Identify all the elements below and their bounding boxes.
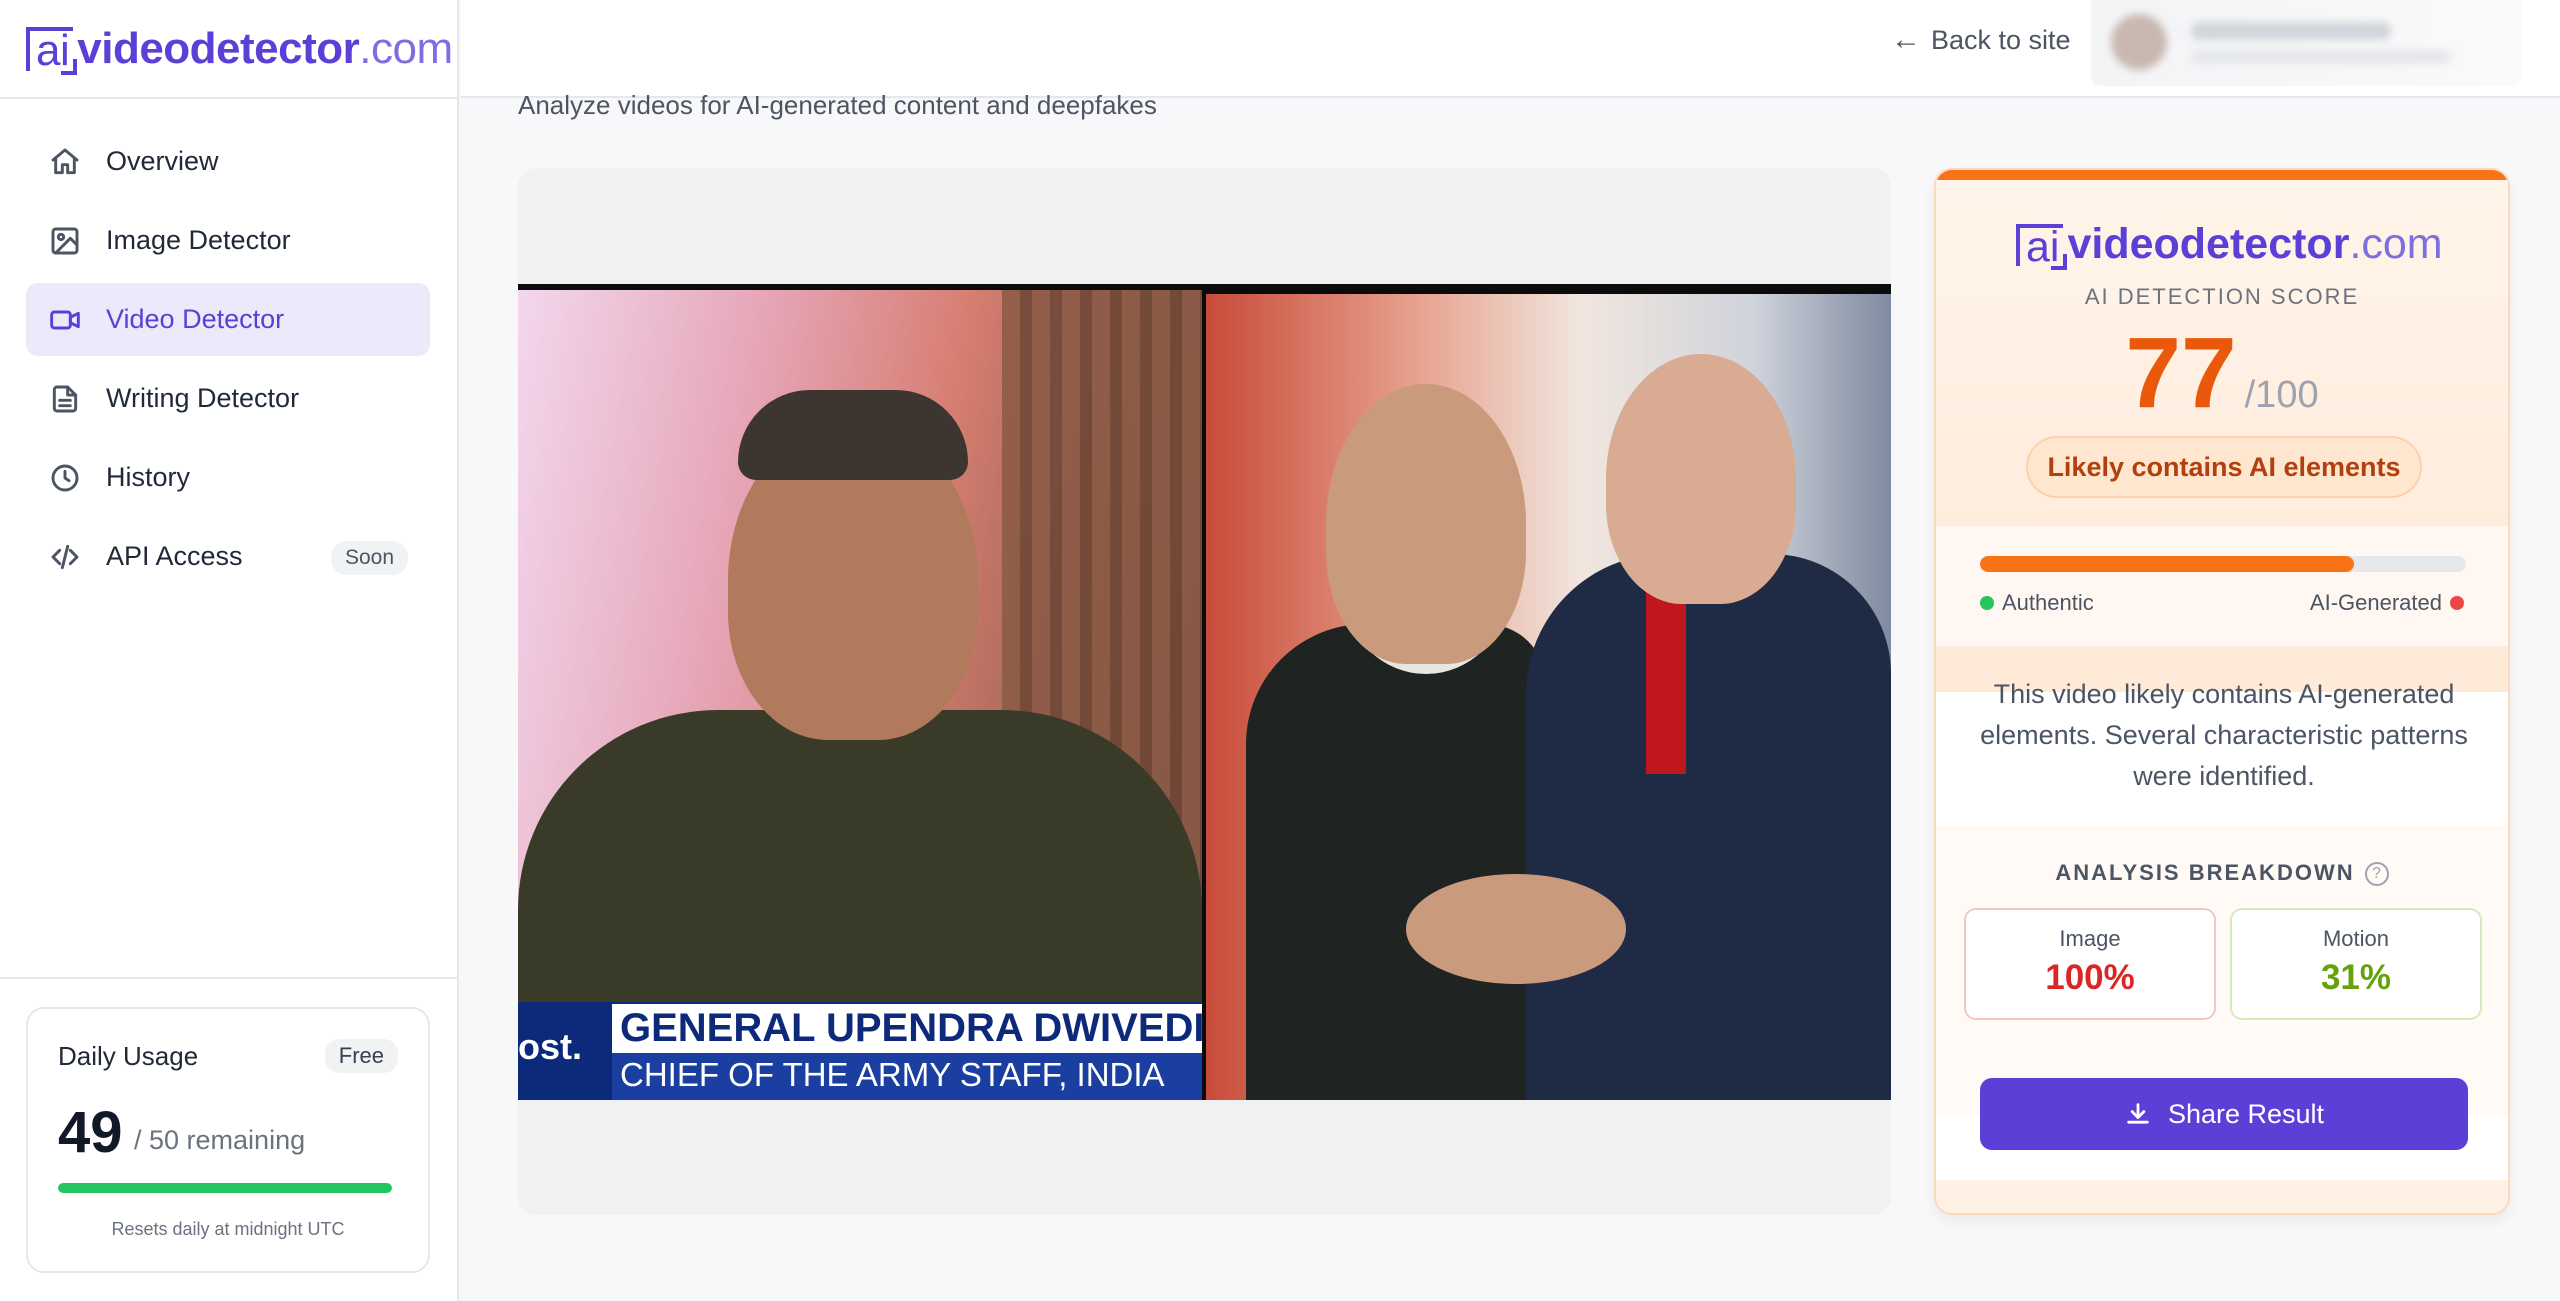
breakdown-image-label: Image	[2059, 926, 2121, 951]
result-footer	[1936, 1180, 2508, 1213]
plan-badge: Free	[324, 1039, 398, 1073]
usage-progress-fill	[58, 1183, 392, 1193]
hand-shape	[1406, 874, 1626, 984]
score-max: /100	[2244, 374, 2319, 416]
sidebar-item-overview[interactable]: Overview	[26, 125, 430, 198]
clock-icon	[48, 461, 82, 495]
sidebar-item-label: Writing Detector	[106, 383, 300, 413]
red-dot-icon	[2450, 596, 2464, 610]
usage-progress-bar	[58, 1183, 392, 1193]
breakdown-motion-card: Motion 31%	[2230, 908, 2482, 1020]
legend-ai-generated: AI-Generated	[2310, 590, 2464, 616]
video-frame-left: ost. GENERAL UPENDRA DWIVEDI, CHIEF OF T…	[518, 290, 1202, 1100]
result-top-stripe	[1936, 170, 2508, 180]
user-name-blurred	[2191, 22, 2391, 40]
usage-divider	[0, 977, 459, 979]
usage-reset-note: Resets daily at midnight UTC	[111, 1219, 345, 1239]
sidebar-item-label: API Access	[106, 541, 243, 571]
page-subtitle: Analyze videos for AI-generated content …	[518, 90, 1157, 120]
face-shape	[1326, 384, 1526, 664]
face-shape	[1606, 354, 1796, 604]
caption-line-2: CHIEF OF THE ARMY STAFF, INDIA	[620, 1056, 1165, 1093]
back-label: Back to site	[1931, 24, 2071, 55]
result-brand-logo: ai videodetector .com	[2016, 220, 2443, 270]
user-menu[interactable]	[2091, 0, 2521, 86]
arrow-left-icon: ←	[1891, 23, 1921, 56]
brand-name: videodetector	[2067, 220, 2350, 268]
video-frame-right	[1206, 294, 1891, 1100]
brand-tld: .com	[359, 24, 453, 73]
usage-count: 49	[58, 1100, 123, 1165]
result-summary: This video likely contains AI-generated …	[1980, 679, 2468, 791]
breakdown-title: ANALYSIS BREAKDOWN?	[1936, 860, 2508, 887]
sidebar-item-label: Overview	[106, 146, 219, 176]
image-icon	[48, 224, 82, 258]
daily-usage-card: Daily Usage Free 49 / 50 remaining Reset…	[26, 1007, 430, 1273]
brand-ai: ai	[2016, 223, 2068, 270]
channel-logo: ost.	[518, 1026, 583, 1067]
share-label: Share Result	[2167, 1098, 2325, 1129]
breakdown-image-value: 100%	[2045, 958, 2135, 997]
video-preview-panel: ost. GENERAL UPENDRA DWIVEDI, CHIEF OF T…	[518, 168, 1891, 1215]
user-email-blurred	[2191, 50, 2451, 64]
score-value: 77	[2125, 317, 2237, 429]
home-icon	[48, 145, 82, 179]
sidebar-divider	[0, 97, 459, 99]
usage-remaining: / 50 remaining	[134, 1125, 306, 1155]
sidebar-item-history[interactable]: History	[26, 441, 430, 514]
sidebar-item-label: Video Detector	[106, 304, 285, 334]
sidebar-item-video-detector[interactable]: Video Detector	[26, 283, 430, 356]
vest-shape	[1246, 624, 1546, 1100]
legend-ai-label: AI-Generated	[2309, 590, 2442, 615]
sidebar-item-writing-detector[interactable]: Writing Detector	[26, 362, 430, 435]
brand-ai: ai	[26, 27, 78, 75]
score-label: AI DETECTION SCORE	[2084, 284, 2360, 309]
score-display: 77/100	[1936, 316, 2508, 431]
brand-logo[interactable]: ai videodetector .com	[26, 14, 453, 84]
sidebar-item-label: Image Detector	[106, 225, 291, 255]
code-icon	[48, 540, 82, 574]
legend-authentic: Authentic	[1980, 590, 2094, 616]
brand-name: videodetector	[77, 24, 360, 73]
suit-shape	[1526, 554, 1891, 1100]
help-icon[interactable]: ?	[2364, 862, 2389, 887]
avatar	[2111, 14, 2167, 70]
score-meter-fill	[1980, 556, 2355, 572]
brand-tld: .com	[2349, 220, 2443, 268]
sidebar: ai videodetector .com Overview Image Detec…	[0, 0, 459, 1301]
score-meter	[1980, 556, 2466, 572]
usage-title: Daily Usage	[58, 1041, 199, 1071]
caption-line-1: GENERAL UPENDRA DWIVEDI,	[620, 1006, 1202, 1050]
top-bar: ← Back to site	[461, 0, 2560, 98]
back-to-site-link[interactable]: ← Back to site	[1891, 20, 2071, 60]
document-icon	[48, 382, 82, 416]
breakdown-motion-label: Motion	[2322, 926, 2390, 951]
video-player[interactable]: ost. GENERAL UPENDRA DWIVEDI, CHIEF OF T…	[518, 284, 1891, 1100]
legend-authentic-label: Authentic	[2002, 590, 2094, 615]
share-result-button[interactable]: Share Result	[1980, 1078, 2468, 1150]
download-icon	[2127, 1103, 2149, 1124]
verdict-badge: Likely contains AI elements	[2026, 436, 2422, 498]
green-dot-icon	[1980, 596, 1994, 610]
breakdown-title-text: ANALYSIS BREAKDOWN	[2055, 860, 2355, 885]
sidebar-nav: Overview Image Detector Video Detector W…	[26, 125, 430, 599]
video-icon	[48, 303, 82, 337]
breakdown-motion-value: 31%	[2320, 958, 2392, 997]
breakdown-image-card: Image 100%	[1964, 908, 2216, 1020]
sidebar-item-label: History	[106, 462, 191, 492]
sidebar-item-api-access[interactable]: API Access Soon	[26, 520, 430, 593]
soon-badge: Soon	[330, 541, 408, 575]
hair-shape	[738, 390, 968, 480]
score-meter-band: Authentic AI-Generated	[1936, 526, 2508, 646]
result-card: ai videodetector .com AI DETECTION SCORE 7…	[1934, 168, 2510, 1215]
sidebar-item-image-detector[interactable]: Image Detector	[26, 204, 430, 277]
